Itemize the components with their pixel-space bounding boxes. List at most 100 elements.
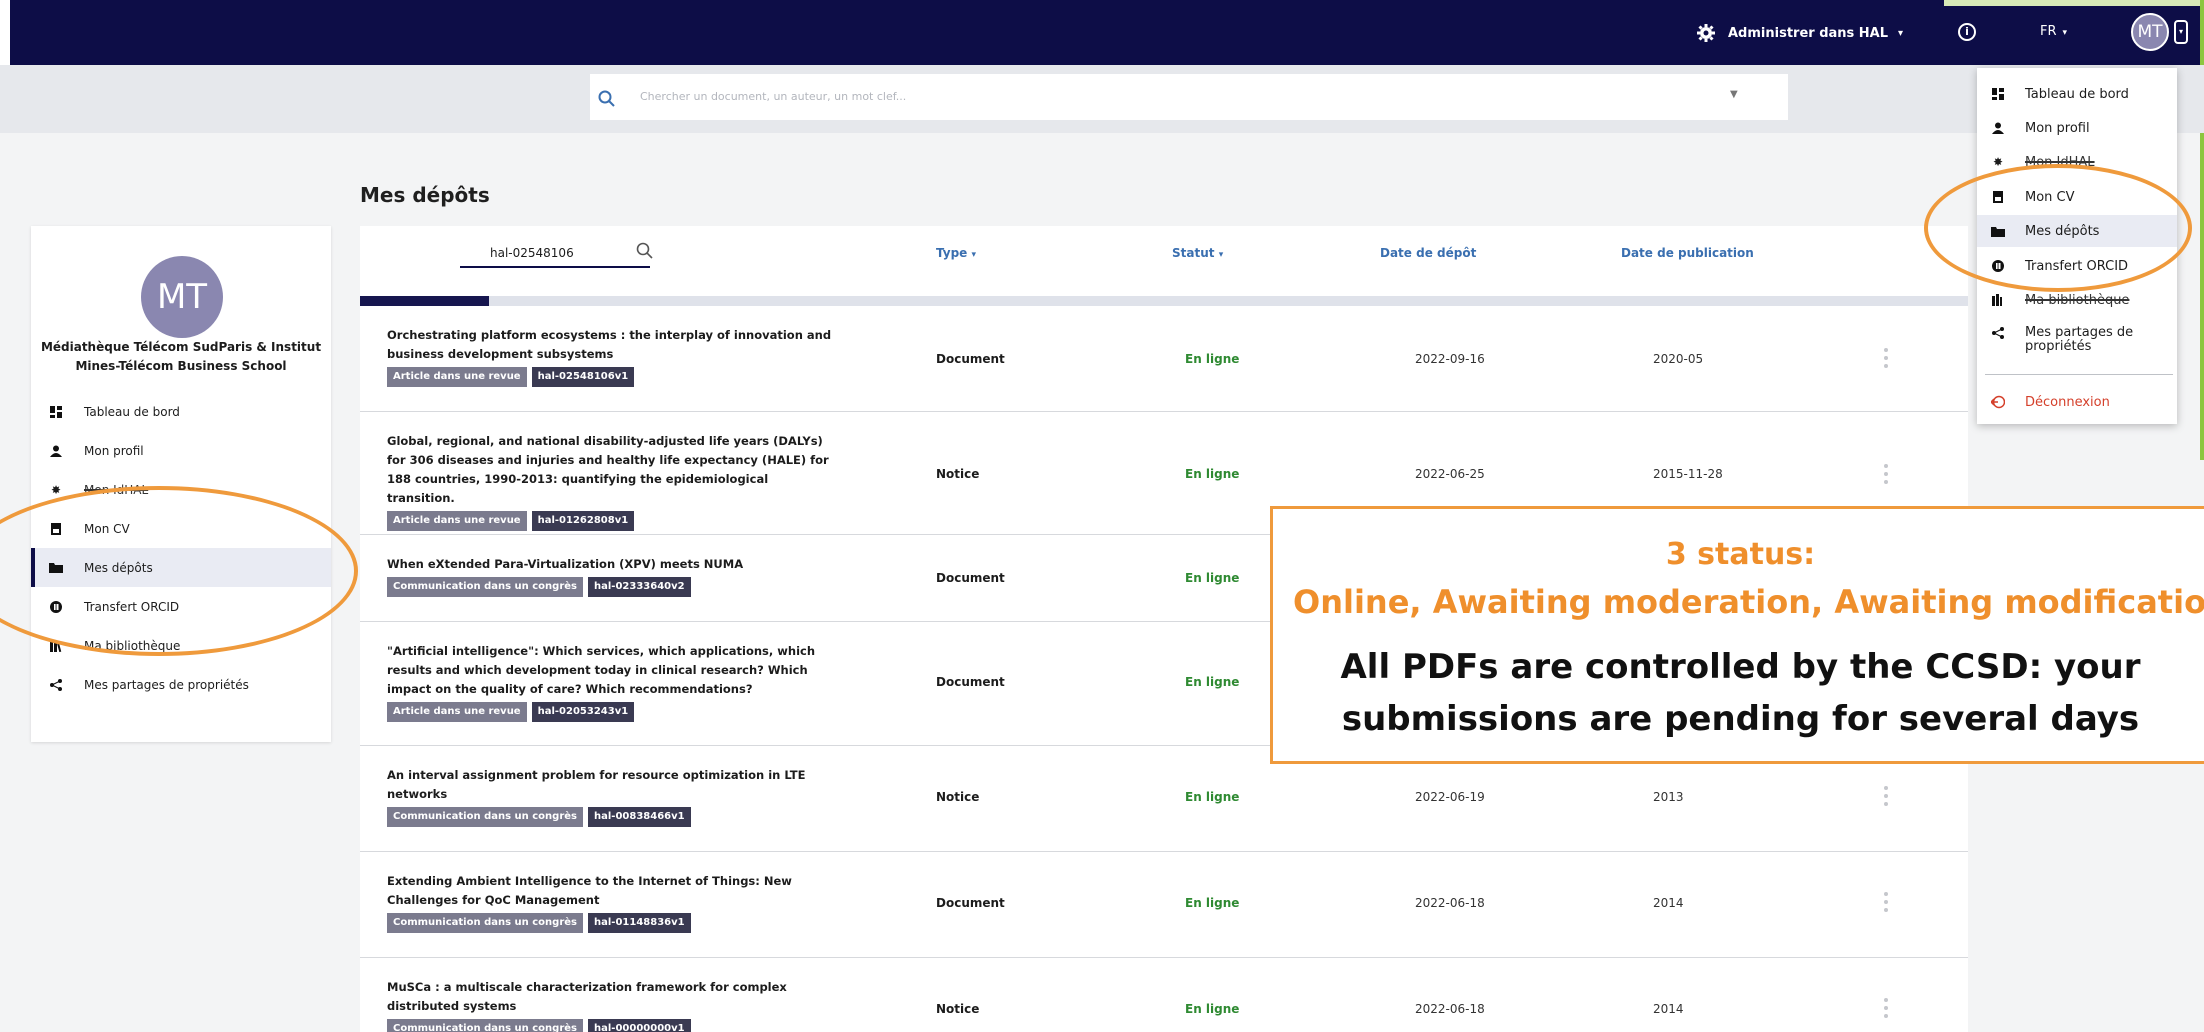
type-cell: Document	[936, 352, 1005, 366]
language-label: FR	[2040, 24, 2057, 39]
share-icon	[49, 678, 63, 692]
sidebar-item-sharing[interactable]: Mes partages de propriétés	[31, 665, 331, 704]
user-menu-toggle[interactable]: ▾	[2174, 20, 2188, 44]
search-input[interactable]: Chercher un document, un auteur, un mot …	[590, 74, 1788, 120]
more-options-icon[interactable]	[1884, 892, 1888, 916]
status-cell: En ligne	[1185, 790, 1240, 804]
hal-id-badge[interactable]: hal-01148836v1	[588, 913, 691, 933]
top-navbar: Administrer dans HAL ▾ i FR ▾ MT ▾	[0, 0, 2204, 65]
more-options-icon[interactable]	[1884, 348, 1888, 372]
language-selector[interactable]: FR ▾	[2040, 24, 2067, 39]
deposit-title-block: An interval assignment problem for resou…	[387, 766, 837, 827]
highlight-ellipse-menu	[1924, 164, 2192, 292]
hal-id-badge[interactable]: hal-00838466v1	[588, 807, 691, 827]
share-icon	[1991, 326, 2005, 340]
deposit-title-block: "Artificial intelligence": Which service…	[387, 642, 837, 722]
library-icon	[1991, 293, 2005, 307]
deposit-title-block: MuSCa : a multiscale characterization fr…	[387, 978, 837, 1032]
idhal-icon: ✸	[50, 482, 62, 497]
sidebar-item-dashboard[interactable]: Tableau de bord	[31, 392, 331, 431]
type-cell: Notice	[936, 790, 980, 804]
deposit-title-block: Global, regional, and national disabilit…	[387, 432, 837, 531]
logout-button[interactable]: Déconnexion	[1977, 386, 2177, 418]
user-icon	[1991, 121, 2005, 135]
chevron-down-icon: ▾	[1898, 27, 1904, 39]
deposit-title-block: When eXtended Para-Virtualization (XPV) …	[387, 555, 837, 597]
deposits-table-header: hal-02548106 Type ▾ Statut ▾ Date de dép…	[360, 226, 1968, 302]
admin-menu-button[interactable]: Administrer dans HAL ▾	[1696, 16, 1903, 50]
info-icon[interactable]: i	[1958, 23, 1976, 41]
chevron-down-icon[interactable]: ▼	[1730, 89, 1738, 100]
annotation-callout: 3 status: Online, Awaiting moderation, A…	[1270, 506, 2204, 764]
loading-progress-bar	[360, 296, 1968, 306]
menu-divider	[1985, 374, 2173, 375]
chevron-down-icon: ▾	[971, 250, 977, 260]
publication-date-cell: 2015-11-28	[1653, 467, 1723, 481]
deposit-title-block: Orchestrating platform ecosystems : the …	[387, 326, 837, 387]
menu-item-sharing[interactable]: Mes partages de propriétés	[1977, 322, 2177, 362]
logout-label: Déconnexion	[2025, 394, 2110, 410]
status-cell: En ligne	[1185, 1002, 1240, 1016]
table-search-value: hal-02548106	[490, 246, 574, 260]
navbar-edge	[0, 0, 10, 65]
table-row[interactable]: Orchestrating platform ecosystems : the …	[360, 306, 1968, 412]
callout-heading: 3 status:	[1665, 537, 1816, 572]
type-cell: Notice	[936, 467, 980, 481]
publication-date-cell: 2014	[1653, 896, 1684, 910]
deposit-title[interactable]: "Artificial intelligence": Which service…	[387, 642, 837, 699]
hal-id-badge[interactable]: hal-02053243v1	[531, 702, 635, 722]
deposit-title[interactable]: Extending Ambient Intelligence to the In…	[387, 872, 837, 910]
table-row[interactable]: MuSCa : a multiscale characterization fr…	[360, 958, 1968, 1032]
deposit-date-cell: 2022-09-16	[1415, 352, 1485, 366]
hal-id-badge[interactable]: hal-02548106v1	[531, 367, 635, 387]
menu-item-label: Ma bibliothèque	[2025, 292, 2130, 308]
hal-id-badge[interactable]: hal-02333640v2	[588, 577, 691, 597]
deposit-date-cell: 2022-06-18	[1415, 896, 1485, 910]
decorative-band	[1944, 0, 2204, 6]
sidebar-item-label: Mes partages de propriétés	[84, 677, 249, 692]
deposit-title[interactable]: Orchestrating platform ecosystems : the …	[387, 326, 837, 364]
dashboard-icon	[1991, 87, 2005, 101]
more-options-icon[interactable]	[1884, 786, 1888, 810]
deposit-title[interactable]: Global, regional, and national disabilit…	[387, 432, 837, 508]
column-header-deposit-date[interactable]: Date de dépôt	[1380, 246, 1476, 260]
sidebar-item-label: Tableau de bord	[84, 404, 180, 419]
sidebar-item-profile[interactable]: Mon profil	[31, 431, 331, 470]
search-icon[interactable]	[636, 242, 654, 260]
deposit-title[interactable]: When eXtended Para-Virtualization (XPV) …	[387, 555, 837, 574]
column-header-type[interactable]: Type ▾	[936, 246, 976, 260]
callout-note: All PDFs are controlled by the CCSD: you…	[1340, 647, 2141, 739]
deposit-title[interactable]: An interval assignment problem for resou…	[387, 766, 837, 804]
callout-status-list: Online, Awaiting moderation, Awaiting mo…	[1293, 583, 2204, 621]
doc-kind-badge: Article dans une revue	[387, 702, 527, 722]
type-cell: Document	[936, 675, 1005, 689]
status-cell: En ligne	[1185, 896, 1240, 910]
menu-item-profile[interactable]: Mon profil	[1977, 112, 2177, 144]
more-options-icon[interactable]	[1884, 998, 1888, 1022]
publication-date-cell: 2013	[1653, 790, 1684, 804]
menu-item-dashboard[interactable]: Tableau de bord	[1977, 78, 2177, 110]
hal-id-badge[interactable]: hal-00000000v1	[588, 1019, 691, 1032]
more-options-icon[interactable]	[1884, 464, 1888, 488]
status-cell: En ligne	[1185, 571, 1240, 585]
table-row[interactable]: Extending Ambient Intelligence to the In…	[360, 852, 1968, 958]
doc-kind-badge: Communication dans un congrès	[387, 913, 583, 933]
search-placeholder: Chercher un document, un auteur, un mot …	[640, 90, 907, 103]
column-header-publication-date[interactable]: Date de publication	[1621, 246, 1754, 260]
type-cell: Notice	[936, 1002, 980, 1016]
user-avatar[interactable]: MT	[2131, 13, 2169, 51]
table-search-input[interactable]: hal-02548106	[460, 242, 653, 268]
deposit-title[interactable]: MuSCa : a multiscale characterization fr…	[387, 978, 837, 1016]
chevron-down-icon: ▾	[2062, 28, 2068, 38]
deposit-date-cell: 2022-06-25	[1415, 467, 1485, 481]
search-bar-area: Chercher un document, un auteur, un mot …	[0, 65, 2204, 133]
status-cell: En ligne	[1185, 352, 1240, 366]
user-icon	[49, 444, 63, 458]
profile-name: Médiathèque Télécom SudParis & Institut …	[40, 340, 322, 373]
column-header-status[interactable]: Statut ▾	[1172, 246, 1223, 260]
doc-kind-badge: Communication dans un congrès	[387, 1019, 583, 1032]
menu-item-label: Mon profil	[2025, 120, 2090, 136]
hal-id-badge[interactable]: hal-01262808v1	[531, 511, 635, 531]
progress-fill	[360, 296, 489, 306]
deposit-date-cell: 2022-06-19	[1415, 790, 1485, 804]
